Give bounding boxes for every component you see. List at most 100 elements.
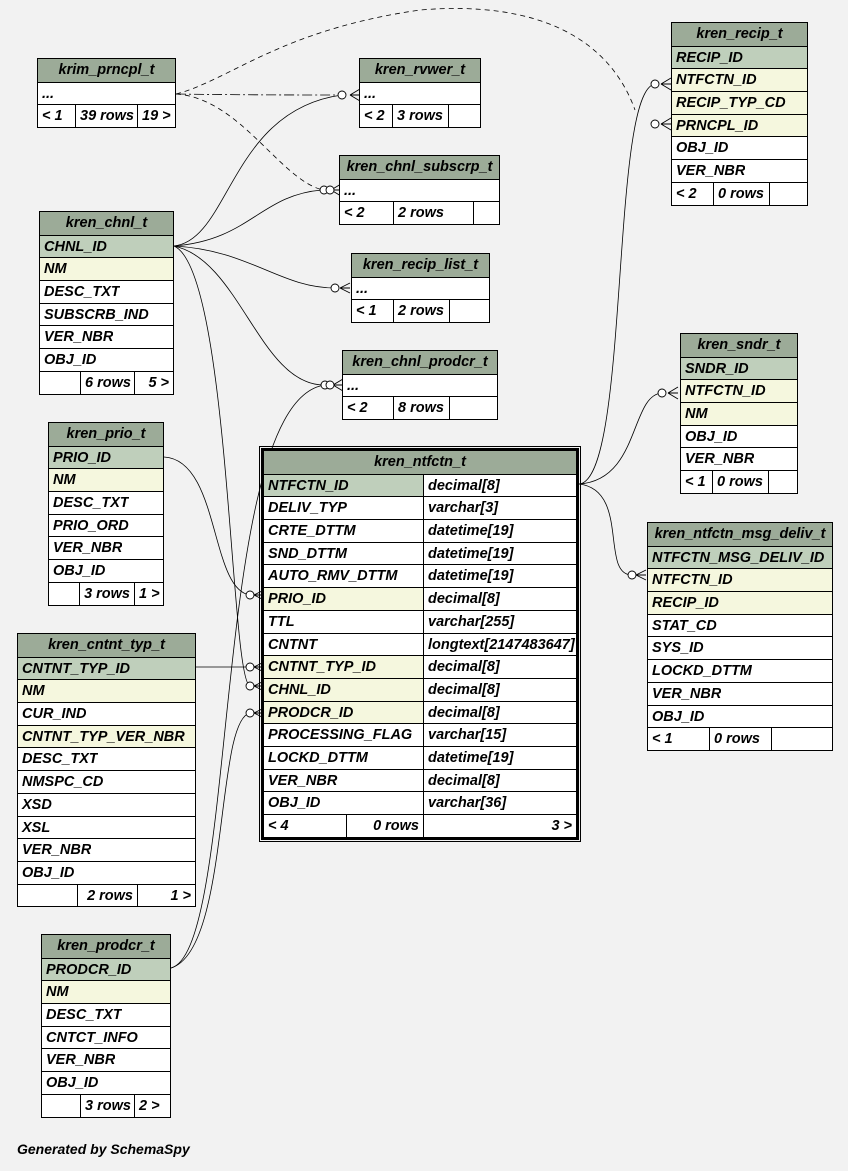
footer-row-count: 0 rows — [709, 728, 771, 750]
table-row: OBJ_ID — [672, 136, 807, 159]
table-header: kren_sndr_t — [681, 334, 797, 357]
table-kren-rvwer-t[interactable]: kren_rvwer_t ... < 2 3 rows — [359, 58, 481, 129]
table-kren-ntfctn-t[interactable]: kren_ntfctn_t NTFCTN_ID decimal[8] DELIV_… — [259, 446, 581, 842]
table-kren-sndr-t[interactable]: kren_sndr_t SNDR_ID NTFCTN_ID NM OBJ_ID … — [680, 333, 798, 494]
table-row: AUTO_RMV_DTTM datetime[19] — [264, 564, 576, 588]
table-row: OBJ_ID — [49, 559, 163, 582]
table-header: kren_cntnt_typ_t — [18, 634, 195, 657]
table-footer: < 1 0 rows — [648, 727, 832, 750]
footer-parents-link[interactable]: < 1 — [352, 300, 393, 322]
table-row: DESC_TXT — [18, 747, 195, 770]
footer-parents-link[interactable]: < 4 — [264, 815, 346, 837]
footer-parents-link[interactable]: < 2 — [340, 202, 393, 224]
table-footer: < 2 2 rows — [340, 201, 499, 225]
table-row: CUR_IND — [18, 702, 195, 725]
footer-children-link — [449, 397, 497, 420]
table-footer: < 2 0 rows — [672, 181, 807, 205]
table-row: SYS_ID — [648, 636, 832, 659]
table-header: kren_ntfctn_msg_deliv_t — [648, 523, 832, 546]
table-row: RECIP_ID — [672, 45, 807, 69]
table-footer: < 2 3 rows — [360, 104, 480, 128]
link-prio-ntfctn — [163, 456, 251, 596]
table-header: kren_recip_list_t — [352, 254, 489, 277]
footer-row-count: 3 rows — [392, 105, 448, 128]
table-row: NM — [49, 468, 163, 492]
link-prncpl-subscrp — [175, 93, 324, 191]
table-kren-prodcr-t[interactable]: kren_prodcr_t PRODCR_ID NM DESC_TXT CNTC… — [41, 934, 171, 1118]
table-row: ... — [340, 178, 499, 202]
table-row: NTFCTN_ID — [648, 568, 832, 592]
footer-children-link — [473, 202, 499, 225]
footer-parents-link[interactable]: < 2 — [672, 183, 713, 205]
footer-row-count: 0 rows — [713, 182, 769, 205]
table-footer: < 1 0 rows — [681, 470, 797, 493]
footer-row-count: 2 rows — [393, 300, 449, 323]
footer-children-link[interactable]: 5 > — [134, 371, 173, 394]
footer-row-count: 3 rows — [80, 1094, 134, 1117]
table-row: VER_NBR — [672, 159, 807, 182]
table-kren-ntfctn-msg-deliv-t[interactable]: kren_ntfctn_msg_deliv_t NTFCTN_MSG_DELIV… — [647, 522, 833, 751]
table-row: CNTNT longtext[2147483647] — [264, 632, 576, 656]
table-row: NTFCTN_ID decimal[8] — [264, 473, 576, 497]
table-row: CNTCT_INFO — [42, 1025, 170, 1049]
table-kren-recip-list-t[interactable]: kren_recip_list_t ... < 1 2 rows — [351, 253, 490, 324]
table-row: SNDR_ID — [681, 356, 797, 380]
footer-parents-link[interactable]: < 2 — [360, 105, 392, 127]
footer-parents-link[interactable]: < 1 — [38, 105, 75, 127]
table-row: DESC_TXT — [49, 491, 163, 514]
table-row: DESC_TXT — [40, 280, 173, 303]
table-row: VER_NBR — [40, 325, 173, 348]
table-kren-recip-t[interactable]: kren_recip_t RECIP_ID NTFCTN_ID RECIP_TY… — [671, 22, 808, 206]
table-footer: 3 rows 2 > — [42, 1093, 170, 1117]
footer-children-link[interactable]: 19 > — [137, 105, 175, 128]
table-header: kren_prio_t — [49, 423, 163, 446]
table-row: NM — [40, 257, 173, 281]
footer-parents-link — [49, 583, 79, 605]
table-kren-prio-t[interactable]: kren_prio_t PRIO_ID NM DESC_TXT PRIO_ORD… — [48, 422, 164, 606]
table-row: PRNCPL_ID — [672, 113, 807, 137]
table-header: krim_prncpl_t — [38, 59, 175, 82]
table-row: SND_DTTM datetime[19] — [264, 541, 576, 565]
footer-children-link[interactable]: 2 > — [134, 1094, 170, 1117]
table-header: kren_recip_t — [672, 23, 807, 46]
table-row: PRODCR_ID — [42, 957, 170, 981]
footer-children-link[interactable]: 1 > — [134, 582, 163, 605]
table-footer: < 1 2 rows — [352, 299, 489, 323]
table-row: OBJ_ID — [18, 860, 195, 884]
table-row: NTFCTN_MSG_DELIV_ID — [648, 545, 832, 569]
table-row: OBJ_ID varchar[36] — [264, 791, 576, 814]
table-row: ... — [343, 373, 497, 397]
footer-parents-link[interactable]: < 1 — [648, 728, 709, 750]
table-row: NM — [18, 679, 195, 703]
footer-row-count: 3 rows — [79, 582, 134, 605]
table-row: DESC_TXT — [42, 1003, 170, 1026]
link-ntfctn-msgdeliv — [578, 483, 633, 576]
table-row: OBJ_ID — [42, 1071, 170, 1094]
footer-row-count: 2 rows — [393, 202, 473, 225]
table-kren-chnl-t[interactable]: kren_chnl_t CHNL_ID NM DESC_TXT SUBSCRB_… — [39, 211, 174, 395]
footer-parents-link[interactable]: < 1 — [681, 471, 712, 493]
footer-children-link[interactable]: 1 > — [137, 884, 195, 907]
table-kren-chnl-prodcr-t[interactable]: kren_chnl_prodcr_t ... < 2 8 rows — [342, 350, 498, 421]
footer-children-link[interactable]: 3 > — [423, 815, 576, 837]
table-header: kren_chnl_subscrp_t — [340, 156, 499, 179]
table-row: CNTNT_TYP_VER_NBR — [18, 724, 195, 748]
table-row: CNTNT_TYP_ID — [18, 656, 195, 680]
table-krim-prncpl-t[interactable]: krim_prncpl_t ... < 1 39 rows 19 > — [37, 58, 176, 129]
table-row: XSL — [18, 815, 195, 839]
table-kren-cntnt-typ-t[interactable]: kren_cntnt_typ_t CNTNT_TYP_ID NM CUR_IND… — [17, 633, 196, 908]
table-kren-chnl-subscrp-t[interactable]: kren_chnl_subscrp_t ... < 2 2 rows — [339, 155, 500, 226]
footer-row-count: 0 rows — [346, 815, 423, 837]
footer-children-link — [771, 728, 832, 750]
table-header: kren_prodcr_t — [42, 935, 170, 958]
table-row: LOCKD_DTTM datetime[19] — [264, 745, 576, 769]
footer-row-count: 6 rows — [80, 371, 134, 394]
footer-parents-link — [18, 885, 77, 907]
table-row: VER_NBR — [648, 681, 832, 705]
table-row: DELIV_TYP varchar[3] — [264, 496, 576, 520]
footer-parents-link[interactable]: < 2 — [343, 397, 393, 419]
link-chnl-chnlprodcr — [173, 245, 325, 386]
table-footer: < 2 8 rows — [343, 396, 497, 420]
table-row: STAT_CD — [648, 613, 832, 637]
table-row: NM — [681, 402, 797, 425]
